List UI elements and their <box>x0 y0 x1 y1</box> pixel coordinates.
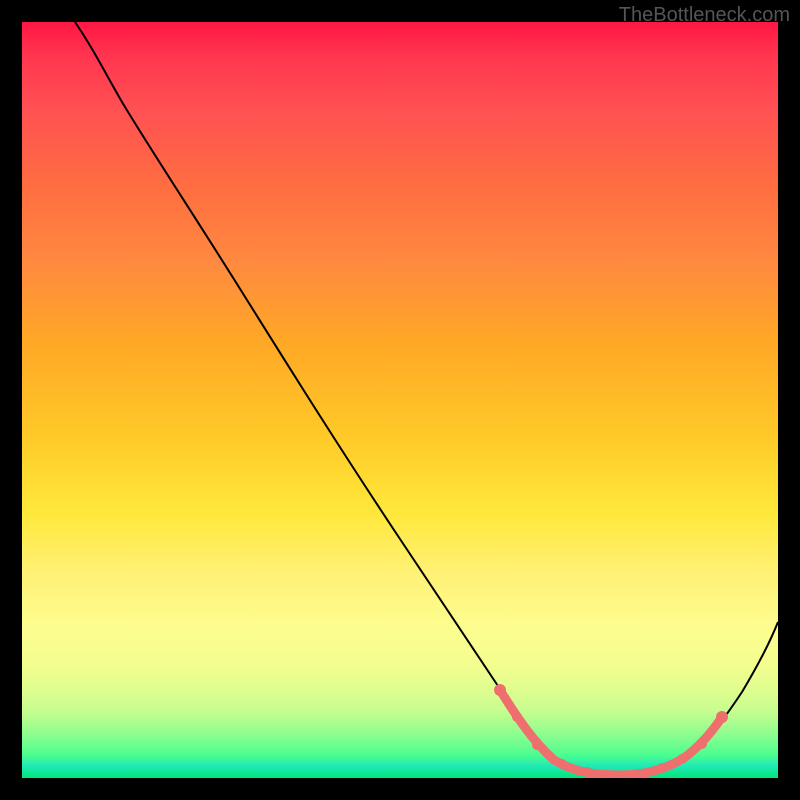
marker-dot <box>582 767 592 777</box>
optimal-region-marker <box>500 690 722 775</box>
marker-dot <box>512 712 522 722</box>
watermark-text: TheBottleneck.com <box>619 4 790 27</box>
marker-dot <box>716 711 728 723</box>
marker-dot <box>532 740 542 750</box>
marker-dot <box>494 684 506 696</box>
marker-dot <box>557 759 567 769</box>
bottleneck-curve <box>75 22 778 775</box>
chart-svg <box>22 22 778 778</box>
marker-dot <box>677 754 687 764</box>
chart-plot-area <box>22 22 778 778</box>
marker-dot <box>697 739 707 749</box>
marker-dot <box>657 763 667 773</box>
